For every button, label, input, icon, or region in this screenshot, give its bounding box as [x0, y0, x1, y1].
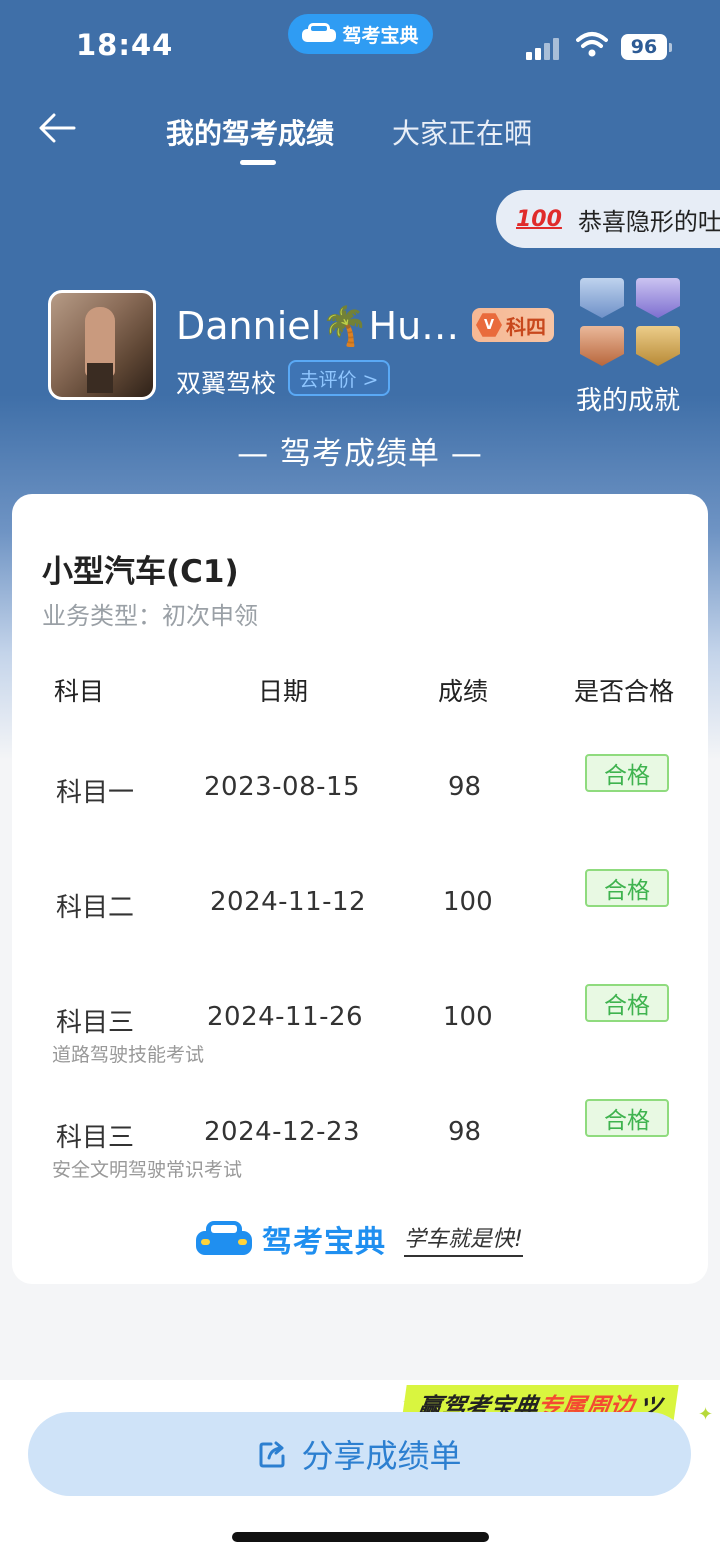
row-date: 2024-11-12: [210, 887, 367, 917]
brand-footer: 驾考宝典 学车就是快!: [196, 1216, 523, 1262]
pass-badge: 合格: [585, 869, 669, 907]
row-subject: 科目二: [56, 893, 135, 923]
car-icon: [302, 23, 337, 45]
share-icon: [259, 1441, 285, 1468]
table-row: 科目三 2024-12-23 98 合格 安全文明驾驶常识考试: [12, 1099, 708, 1227]
achievements-label[interactable]: 我的成就: [576, 380, 680, 417]
row-note: 道路驾驶技能考试: [52, 1044, 205, 1066]
pass-badge: 合格: [585, 984, 669, 1022]
medal-subject4-icon: [636, 326, 680, 366]
row-score: 100: [443, 1002, 493, 1032]
row-date: 2023-08-15: [204, 772, 361, 802]
cellular-signal-icon: [526, 36, 562, 60]
table-row: 科目一 2023-08-15 98 合格: [12, 754, 708, 882]
row-subject: 科目三: [56, 1123, 135, 1153]
battery-level: 96: [630, 36, 658, 58]
hundred-points-icon: 100: [516, 206, 562, 232]
column-header-date: 日期: [258, 677, 309, 706]
driving-school-name: 双翼驾校: [176, 369, 277, 398]
level-label: 科四: [506, 314, 546, 339]
report-heading: — 驾考成绩单 —: [237, 436, 483, 472]
row-subject: 科目三: [56, 1008, 135, 1038]
brand-name: 驾考宝典: [262, 1225, 386, 1260]
app-indicator-pill[interactable]: 驾考宝典: [288, 14, 433, 54]
home-indicator[interactable]: [232, 1532, 489, 1542]
brand-slogan: 学车就是快!: [404, 1221, 523, 1257]
achievement-medals[interactable]: [578, 276, 686, 370]
row-note: 安全文明驾驶常识考试: [52, 1159, 243, 1181]
user-name: Danniel🌴Hu…: [176, 304, 460, 348]
row-score: 98: [448, 772, 482, 802]
tab-my-scores[interactable]: 我的驾考成绩: [166, 112, 334, 152]
battery-icon: 96: [621, 34, 672, 60]
score-report-card: 小型汽车(C1) 业务类型：初次申领 科目 日期 成绩 是否合格 科目一 202…: [12, 494, 708, 1284]
tab-everyone-sharing[interactable]: 大家正在晒: [392, 112, 532, 152]
medal-subject3-icon: [580, 326, 624, 366]
pass-badge: 合格: [585, 754, 669, 792]
share-button-label: 分享成绩单: [301, 1437, 462, 1475]
column-header-subject: 科目: [54, 677, 105, 706]
table-row: 科目二 2024-11-12 100 合格: [12, 869, 708, 997]
medal-subject1-icon: [580, 278, 624, 318]
row-date: 2024-11-26: [207, 1002, 364, 1032]
active-tab-indicator: [240, 160, 276, 165]
wifi-icon: [576, 32, 608, 57]
medal-subject2-icon: [636, 278, 680, 318]
sparkle-icon: ✦: [698, 1404, 714, 1425]
app-pill-label: 驾考宝典: [342, 24, 419, 47]
level-hexagon-icon: V: [476, 313, 502, 337]
share-report-button[interactable]: 分享成绩单: [28, 1412, 691, 1496]
status-time: 18:44: [76, 28, 174, 62]
review-button[interactable]: 去评价 >: [288, 360, 390, 396]
ticker-text: 恭喜隐形的吐司: [577, 207, 720, 236]
vehicle-class-title: 小型汽车(C1): [42, 554, 239, 590]
business-type: 业务类型：初次申领: [42, 602, 258, 630]
row-date: 2024-12-23: [204, 1117, 361, 1147]
brand-car-icon: [196, 1219, 252, 1259]
avatar[interactable]: [48, 290, 156, 400]
pass-badge: 合格: [585, 1099, 669, 1137]
row-score: 100: [443, 887, 493, 917]
table-row: 科目三 2024-11-26 100 合格 道路驾驶技能考试: [12, 984, 708, 1112]
level-badge: V 科四: [472, 308, 554, 342]
congrats-ticker[interactable]: 100 恭喜隐形的吐司: [496, 190, 720, 248]
column-header-score: 成绩: [438, 677, 489, 706]
column-header-pass: 是否合格: [574, 677, 675, 706]
row-score: 98: [448, 1117, 482, 1147]
row-subject: 科目一: [56, 778, 135, 808]
back-arrow-icon[interactable]: [36, 108, 80, 148]
